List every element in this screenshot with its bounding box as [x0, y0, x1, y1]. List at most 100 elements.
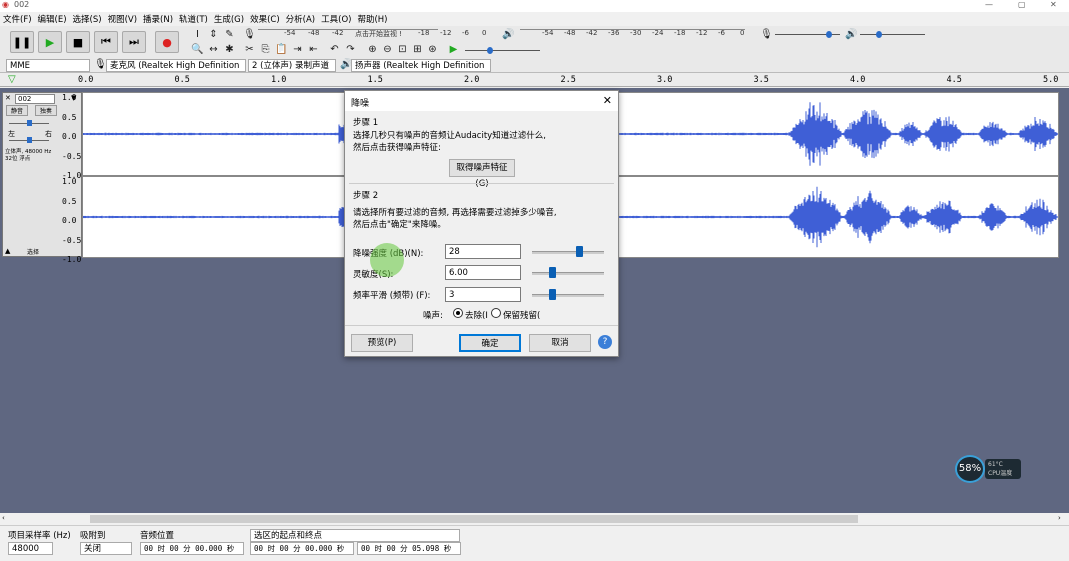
- y-axis-tick: 1.0: [62, 93, 77, 102]
- selection-toolbar: 项目采样率 (Hz) 48000 吸附到 关闭 音频位置 00 时 00 分 0…: [0, 525, 1069, 561]
- skip-start-icon: ⏮: [101, 35, 111, 48]
- menu-item-7[interactable]: 效果(C): [247, 13, 283, 25]
- residue-label[interactable]: 保留残留(: [503, 309, 540, 321]
- meter-tick: -42: [586, 29, 598, 37]
- playback-volume-slider[interactable]: [860, 34, 925, 35]
- channels-select[interactable]: 2 (立体声) 录制声道: [248, 59, 336, 72]
- trim-icon[interactable]: ⇥: [291, 43, 304, 56]
- cut-icon[interactable]: ✂: [243, 43, 256, 56]
- meter-tick: -18: [674, 29, 686, 37]
- horizontal-scrollbar[interactable]: ‹ ›: [0, 513, 1069, 525]
- selection-mode-select[interactable]: 选区的起点和终点: [250, 529, 460, 542]
- menu-item-0[interactable]: 文件(F): [0, 13, 35, 25]
- remove-label[interactable]: 去除(I: [465, 309, 488, 321]
- select-tool-icon[interactable]: I: [191, 28, 204, 41]
- remove-radio-dot: [456, 311, 460, 315]
- menu-item-3[interactable]: 视图(V): [105, 13, 140, 25]
- preview-button[interactable]: 预览(P): [351, 334, 413, 352]
- meter-tick: -54: [542, 29, 554, 37]
- menu-item-9[interactable]: 工具(O): [318, 13, 354, 25]
- snap-select[interactable]: 关闭: [80, 542, 132, 555]
- mic-volume-thumb[interactable]: [826, 31, 832, 38]
- skip-end-button[interactable]: ⏭: [122, 31, 146, 53]
- ruler-tick: 2.5: [560, 75, 576, 85]
- timeline-options-icon[interactable]: ▽: [8, 74, 16, 85]
- timeshift-tool-icon[interactable]: ↔: [207, 43, 220, 56]
- audio-position-field[interactable]: 00 时 00 分 00.000 秒: [140, 542, 244, 555]
- y-axis-tick: 1.0: [62, 177, 77, 186]
- dialog-title: 降噪: [351, 99, 370, 109]
- envelope-tool-icon[interactable]: ⇕: [207, 28, 220, 41]
- selection-start-field[interactable]: 00 时 00 分 00.000 秒: [250, 542, 354, 555]
- menu-item-1[interactable]: 编辑(E): [35, 13, 70, 25]
- menu-item-2[interactable]: 选择(S): [70, 13, 105, 25]
- multi-tool-icon[interactable]: ✱: [223, 43, 236, 56]
- pause-button[interactable]: ❚❚: [10, 31, 34, 53]
- stop-button[interactable]: ■: [66, 31, 90, 53]
- skip-start-button[interactable]: ⏮: [94, 31, 118, 53]
- zoom-in-icon[interactable]: ⊕: [366, 43, 379, 56]
- silence-icon[interactable]: ⇤: [307, 43, 320, 56]
- close-icon[interactable]: ✕: [1050, 0, 1057, 9]
- ruler-tick: 5.0: [1043, 75, 1059, 85]
- residue-radio[interactable]: [491, 308, 501, 318]
- minimize-icon[interactable]: —: [985, 0, 993, 9]
- noise-reduction-thumb[interactable]: [576, 246, 584, 257]
- ruler-tick: 0.5: [174, 75, 190, 85]
- fit-project-icon[interactable]: ⊞: [411, 43, 424, 56]
- cpu-temp-label: CPU温度: [988, 470, 1013, 477]
- cpu-widget: 58% 61°C CPU温度: [955, 455, 1021, 483]
- meter-tick: -18: [418, 29, 430, 37]
- draw-tool-icon[interactable]: ✎: [223, 28, 236, 41]
- step1-label: 步骤 1: [353, 118, 379, 128]
- fit-selection-icon[interactable]: ⊡: [396, 43, 409, 56]
- get-noise-profile-button[interactable]: 取得噪声特征(G): [449, 159, 515, 189]
- zoom-toggle-icon[interactable]: ⊛: [426, 43, 439, 56]
- maximize-icon[interactable]: ▢: [1018, 0, 1026, 9]
- record-button[interactable]: ●: [155, 31, 179, 53]
- zoom-tool-icon[interactable]: 🔍: [191, 43, 204, 56]
- help-icon[interactable]: ?: [598, 335, 612, 349]
- smoothing-input[interactable]: 3: [445, 287, 521, 302]
- speaker-device-select[interactable]: 扬声器 (Realtek High Definition: [351, 59, 491, 72]
- menu-item-4[interactable]: 播录(N): [140, 13, 176, 25]
- paste-icon[interactable]: 📋: [275, 43, 288, 56]
- play-speed-slider[interactable]: [465, 50, 540, 51]
- timeline-ruler[interactable]: ▽ 0.0 0.5 1.0 1.5 2.0 2.5 3.0 3.5 4.0 4.5 5.0: [0, 73, 1069, 87]
- smoothing-slider[interactable]: [532, 294, 604, 297]
- play-speed-thumb[interactable]: [487, 47, 493, 54]
- record-hint[interactable]: 点击开始监视 !: [355, 29, 402, 39]
- project-rate-select[interactable]: 48000: [8, 542, 53, 555]
- scroll-right-icon[interactable]: ›: [1058, 514, 1061, 522]
- playback-volume-thumb[interactable]: [876, 31, 882, 38]
- menu-item-5[interactable]: 轨道(T): [176, 13, 211, 25]
- menu-item-6[interactable]: 生成(G): [211, 13, 247, 25]
- noise-reduction-input[interactable]: 28: [445, 244, 521, 259]
- zoom-out-icon[interactable]: ⊖: [381, 43, 394, 56]
- selection-end-field[interactable]: 00 时 00 分 05.098 秒: [357, 542, 461, 555]
- play-button[interactable]: ▶: [38, 31, 62, 53]
- menu-item-8[interactable]: 分析(A): [283, 13, 318, 25]
- meter-tick: -42: [332, 29, 344, 37]
- mic-device-select[interactable]: 麦克风 (Realtek High Definition: [106, 59, 246, 72]
- scroll-left-icon[interactable]: ‹: [2, 514, 5, 522]
- cancel-button[interactable]: 取消: [529, 334, 591, 352]
- step2-label: 步骤 2: [353, 191, 379, 201]
- noise-reduction-slider[interactable]: [532, 251, 604, 254]
- sensitivity-slider[interactable]: [532, 272, 604, 275]
- sensitivity-thumb[interactable]: [549, 267, 556, 278]
- dialog-close-icon[interactable]: ✕: [603, 94, 612, 107]
- sensitivity-input[interactable]: 6.00: [445, 265, 521, 280]
- play-at-speed-icon[interactable]: ▶: [447, 43, 460, 56]
- playback-meter[interactable]: -54 -48 -42 -36 -30 -24 -18 -12 -6 0: [520, 29, 745, 37]
- remove-radio[interactable]: [453, 308, 463, 318]
- host-select[interactable]: MME: [6, 59, 90, 72]
- scroll-thumb[interactable]: [90, 515, 858, 523]
- y-axis-tick: -0.5: [62, 235, 82, 245]
- ok-button[interactable]: 确定: [459, 334, 521, 352]
- redo-icon[interactable]: ↷: [344, 43, 357, 56]
- undo-icon[interactable]: ↶: [328, 43, 341, 56]
- smoothing-thumb[interactable]: [549, 289, 556, 300]
- copy-icon[interactable]: ⎘: [259, 43, 272, 56]
- menu-item-10[interactable]: 帮助(H): [354, 13, 390, 25]
